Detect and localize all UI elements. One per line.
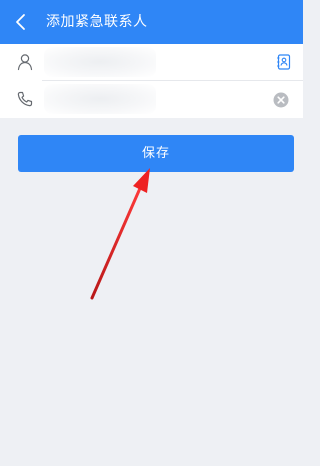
- save-button[interactable]: 保存: [18, 135, 294, 172]
- phone-row: [0, 81, 303, 117]
- address-book-icon[interactable]: [276, 54, 292, 70]
- back-button[interactable]: [10, 11, 32, 33]
- clear-icon[interactable]: [273, 92, 289, 108]
- phone-input[interactable]: [42, 85, 262, 113]
- name-row: [0, 44, 303, 80]
- contact-form: [0, 44, 303, 118]
- header-bar: 添加紧急联系人: [0, 0, 303, 44]
- chevron-left-icon: [16, 14, 25, 30]
- page-title: 添加紧急联系人: [46, 14, 148, 30]
- name-input[interactable]: [42, 48, 262, 76]
- add-emergency-contact-page: 添加紧急联系人 保存: [0, 0, 303, 466]
- person-icon: [16, 53, 34, 71]
- arrow-shaft: [90, 184, 143, 300]
- phone-icon: [16, 90, 34, 108]
